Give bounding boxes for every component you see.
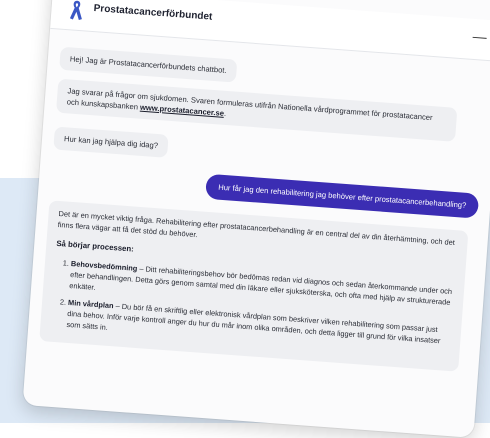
intro-text: Jag svarar på frågor om sjukdomen. Svare… bbox=[66, 86, 433, 123]
bot-message-question: Hur kan jag hjälpa dig idag? bbox=[53, 126, 169, 158]
awareness-ribbon-icon bbox=[69, 0, 82, 20]
user-message-text: Hur får jag den rehabilitering jag behöv… bbox=[217, 182, 467, 210]
user-message: Hur får jag den rehabilitering jag behöv… bbox=[205, 173, 480, 219]
minimize-button[interactable]: — bbox=[472, 28, 487, 45]
intro-end: . bbox=[223, 108, 227, 118]
bot-message-answer: Det är en mycket viktig fråga. Rehabilit… bbox=[39, 200, 469, 372]
step-title: Min vårdplan bbox=[67, 297, 114, 311]
bot-message-greeting: Hej! Jag är Prostatacancerförbundets cha… bbox=[59, 46, 238, 83]
question-text: Hur kan jag hjälpa dig idag? bbox=[63, 134, 159, 151]
greeting-text: Hej! Jag är Prostatacancerförbundets cha… bbox=[69, 54, 227, 75]
org-name: Prostatacancerförbundet bbox=[93, 3, 213, 23]
chat-window: Prostatacancerförbundet — Hej! Jag är Pr… bbox=[22, 0, 490, 438]
